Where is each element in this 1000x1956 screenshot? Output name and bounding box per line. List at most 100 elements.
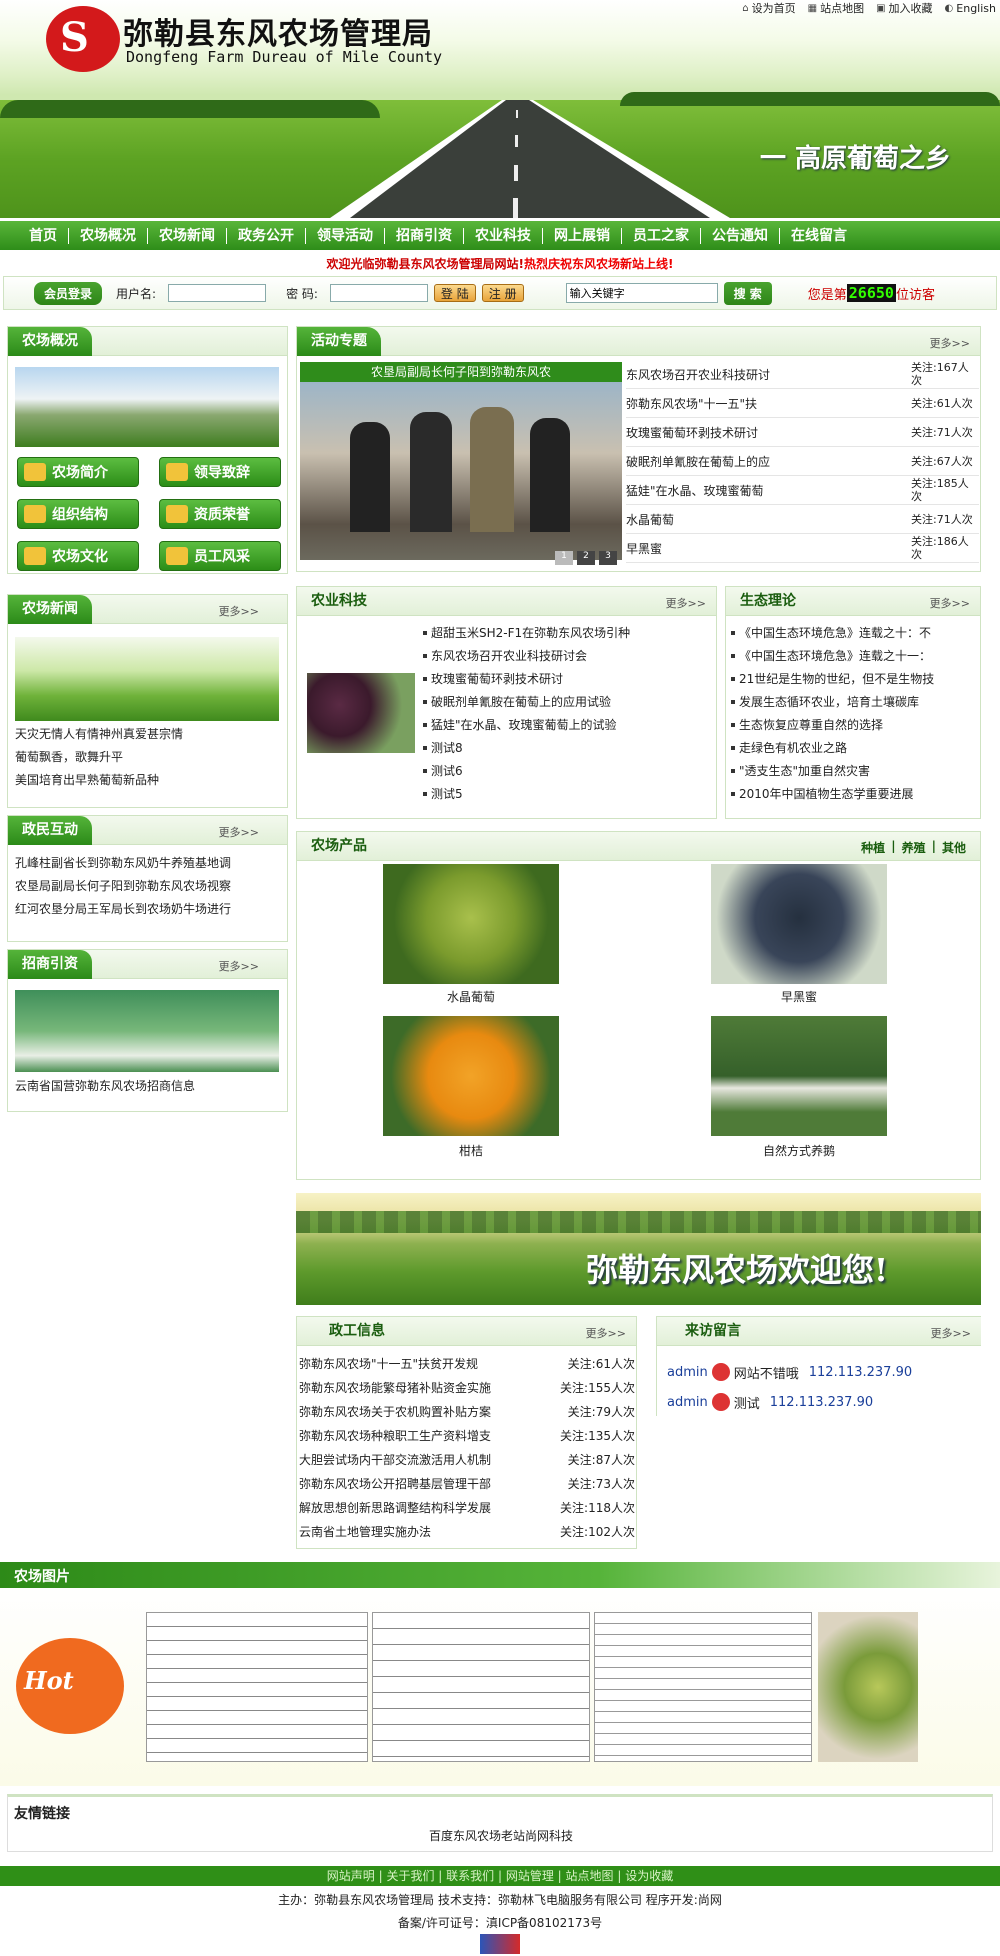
friend-link[interactable]: 尚网科技 xyxy=(525,1829,573,1843)
nav-agri-tech[interactable]: 农业科技 xyxy=(464,227,543,244)
ecology-item[interactable]: 发展生态循环农业，培育土壤碳库 xyxy=(731,691,977,714)
login-button[interactable]: 登 陆 xyxy=(433,284,476,302)
site-logo[interactable]: S xyxy=(46,6,120,72)
username-input[interactable] xyxy=(168,284,267,302)
news-more-link[interactable]: 更多>> xyxy=(219,603,259,619)
geese-photo[interactable] xyxy=(711,1016,887,1136)
crystal-grape-photo[interactable] xyxy=(383,864,559,984)
slide-page-2[interactable]: 2 xyxy=(577,551,595,565)
agri-tech-item[interactable]: 测试5 xyxy=(423,783,713,806)
gov-info-item[interactable]: 云南省土地管理实施办法 关注:102人次 xyxy=(299,1519,635,1543)
nav-online-sales[interactable]: 网上展销 xyxy=(543,227,622,244)
activity-item[interactable]: 破眠剂单氰胺在葡萄上的应 关注:67人次 xyxy=(626,447,979,476)
guestbook-item[interactable]: admin 测试 112.113.237.90 xyxy=(667,1387,977,1417)
product-name[interactable]: 早黑蜜 xyxy=(711,988,887,1005)
footer-link-admin[interactable]: 网站管理 xyxy=(506,1869,554,1883)
data-table-photo[interactable] xyxy=(594,1612,812,1762)
nav-notices[interactable]: 公告通知 xyxy=(701,227,780,244)
staff-style-button[interactable]: 员工风采 xyxy=(159,541,281,571)
gov-info-item[interactable]: 大胆尝试场内干部交流激活用人机制 关注:87人次 xyxy=(299,1447,635,1471)
slide-page-1[interactable]: 1 xyxy=(555,551,573,565)
news-item[interactable]: 葡萄飘香，歌舞升平 xyxy=(15,746,285,769)
farm-intro-button[interactable]: 农场简介 xyxy=(17,457,139,487)
ecology-item[interactable]: "透支生态"加重自然灾害 xyxy=(731,760,977,783)
guestbook-item[interactable]: admin 网站不错哦 112.113.237.90 xyxy=(667,1357,977,1387)
ecology-more-link[interactable]: 更多>> xyxy=(930,595,970,611)
orange-photo[interactable] xyxy=(383,1016,559,1136)
ecology-item[interactable]: 21世纪是生物的世纪，但不是生物技 xyxy=(731,668,977,691)
news-item[interactable]: 天灾无情人有情神州真爱甚宗情 xyxy=(15,723,285,746)
agri-tech-item[interactable]: 玫瑰蜜葡萄环剥技术研讨 xyxy=(423,668,713,691)
gov-info-item[interactable]: 弥勒东风农场关于农机购置补贴方案 关注:79人次 xyxy=(299,1399,635,1423)
agri-tech-more-link[interactable]: 更多>> xyxy=(666,595,706,611)
nav-leaders[interactable]: 领导活动 xyxy=(306,227,385,244)
activity-item[interactable]: 弥勒东风农场"十一五"扶 关注:61人次 xyxy=(626,389,979,418)
interaction-more-link[interactable]: 更多>> xyxy=(219,824,259,840)
agri-tech-item[interactable]: 破眠剂单氰胺在葡萄上的应用试验 xyxy=(423,691,713,714)
product-name[interactable]: 水晶葡萄 xyxy=(383,988,559,1005)
nav-guestbook[interactable]: 在线留言 xyxy=(780,228,858,244)
nav-investment[interactable]: 招商引资 xyxy=(385,227,464,244)
honors-button[interactable]: 资质荣誉 xyxy=(159,499,281,529)
password-input[interactable] xyxy=(329,284,428,302)
footer-link-favorite[interactable]: 设为收藏 xyxy=(625,1869,673,1883)
activity-item[interactable]: 早黑蜜 关注:186人次 xyxy=(626,534,979,563)
search-button[interactable]: 搜 索 xyxy=(723,281,772,305)
agri-tech-item[interactable]: 超甜玉米SH2-F1在弥勒东风农场引种 xyxy=(423,622,713,645)
gov-info-item[interactable]: 弥勒东风农场公开招聘基层管理干部 关注:73人次 xyxy=(299,1471,635,1495)
grape-photo[interactable] xyxy=(818,1612,918,1762)
footer-link-about[interactable]: 关于我们 xyxy=(386,1869,434,1883)
register-button[interactable]: 注 册 xyxy=(481,284,524,302)
activity-slide-photo[interactable] xyxy=(300,382,622,560)
police-badge-icon[interactable] xyxy=(480,1934,520,1954)
nav-staff[interactable]: 员工之家 xyxy=(622,227,701,244)
agri-tech-item[interactable]: 测试6 xyxy=(423,760,713,783)
early-black-grape-photo[interactable] xyxy=(711,864,887,984)
investment-item[interactable]: 云南省国营弥勒东风农场招商信息 xyxy=(15,1075,285,1098)
org-structure-button[interactable]: 组织结构 xyxy=(17,499,139,529)
english-link[interactable]: ◐ English xyxy=(945,0,996,16)
gov-info-item[interactable]: 解放思想创新思路调整结构科学发展 关注:118人次 xyxy=(299,1495,635,1519)
ecology-item[interactable]: 《中国生态环境危急》连载之十：不 xyxy=(731,622,977,645)
ecology-item[interactable]: 走绿色有机农业之路 xyxy=(731,737,977,760)
data-table-photo[interactable] xyxy=(146,1612,368,1762)
footer-link-statement[interactable]: 网站声明 xyxy=(327,1869,375,1883)
interaction-item[interactable]: 孔峰柱副省长到弥勒东风奶牛养殖基地调 xyxy=(15,852,285,875)
activity-item[interactable]: 玫瑰蜜葡萄环剥技术研讨 关注:71人次 xyxy=(626,418,979,447)
ecology-item[interactable]: 《中国生态环境危急》连载之十一： xyxy=(731,645,977,668)
footer-link-sitemap[interactable]: 站点地图 xyxy=(566,1869,614,1883)
activity-more-link[interactable]: 更多>> xyxy=(930,335,970,351)
nav-overview[interactable]: 农场概况 xyxy=(69,227,148,244)
ecology-item[interactable]: 2010年中国植物生态学重要进展 xyxy=(731,783,977,806)
product-name[interactable]: 柑桔 xyxy=(383,1142,559,1159)
gov-info-more-link[interactable]: 更多>> xyxy=(586,1325,626,1341)
news-item[interactable]: 美国培育出早熟葡萄新品种 xyxy=(15,769,285,792)
friend-link[interactable]: 百度 xyxy=(429,1829,453,1843)
activity-item[interactable]: 东风农场召开农业科技研讨 关注:167人次 xyxy=(626,360,979,389)
activity-item[interactable]: 猛娃"在水晶、玫瑰蜜葡萄 关注:185人次 xyxy=(626,476,979,505)
data-table-photo[interactable] xyxy=(372,1612,590,1762)
guestbook-more-link[interactable]: 更多>> xyxy=(931,1325,971,1341)
nav-news[interactable]: 农场新闻 xyxy=(148,227,227,244)
products-tab-breeding[interactable]: 养殖 xyxy=(902,839,926,856)
ecology-item[interactable]: 生态恢复应尊重自然的选择 xyxy=(731,714,977,737)
sitemap-link[interactable]: ▦ 站点地图 xyxy=(808,0,864,16)
agri-tech-item[interactable]: 猛娃"在水晶、玫瑰蜜葡萄上的试验 xyxy=(423,714,713,737)
gov-info-item[interactable]: 弥勒东风农场种粮职工生产资料增支 关注:135人次 xyxy=(299,1423,635,1447)
investment-more-link[interactable]: 更多>> xyxy=(219,958,259,974)
slide-page-3[interactable]: 3 xyxy=(599,551,617,565)
slide-caption[interactable]: 农垦局副局长何子阳到弥勒东风农 xyxy=(300,362,622,382)
nav-government[interactable]: 政务公开 xyxy=(227,227,306,244)
products-tab-planting[interactable]: 种植 xyxy=(861,839,885,856)
activity-item[interactable]: 水晶葡萄 关注:71人次 xyxy=(626,505,979,534)
interaction-item[interactable]: 红河农垦分局王军局长到农场奶牛场进行 xyxy=(15,898,285,921)
products-tab-other[interactable]: 其他 xyxy=(942,839,966,856)
gov-info-item[interactable]: 弥勒东风农场能繁母猪补贴资金实施 关注:155人次 xyxy=(299,1375,635,1399)
farm-culture-button[interactable]: 农场文化 xyxy=(17,541,139,571)
home-link[interactable]: ⌂ 设为首页 xyxy=(742,0,795,16)
search-input[interactable] xyxy=(565,283,718,303)
agri-tech-item[interactable]: 东风农场召开农业科技研讨会 xyxy=(423,645,713,668)
footer-link-contact[interactable]: 联系我们 xyxy=(446,1869,494,1883)
gov-info-item[interactable]: 弥勒东风农场"十一五"扶贫开发规 关注:61人次 xyxy=(299,1351,635,1375)
product-name[interactable]: 自然方式养鹅 xyxy=(711,1142,887,1159)
